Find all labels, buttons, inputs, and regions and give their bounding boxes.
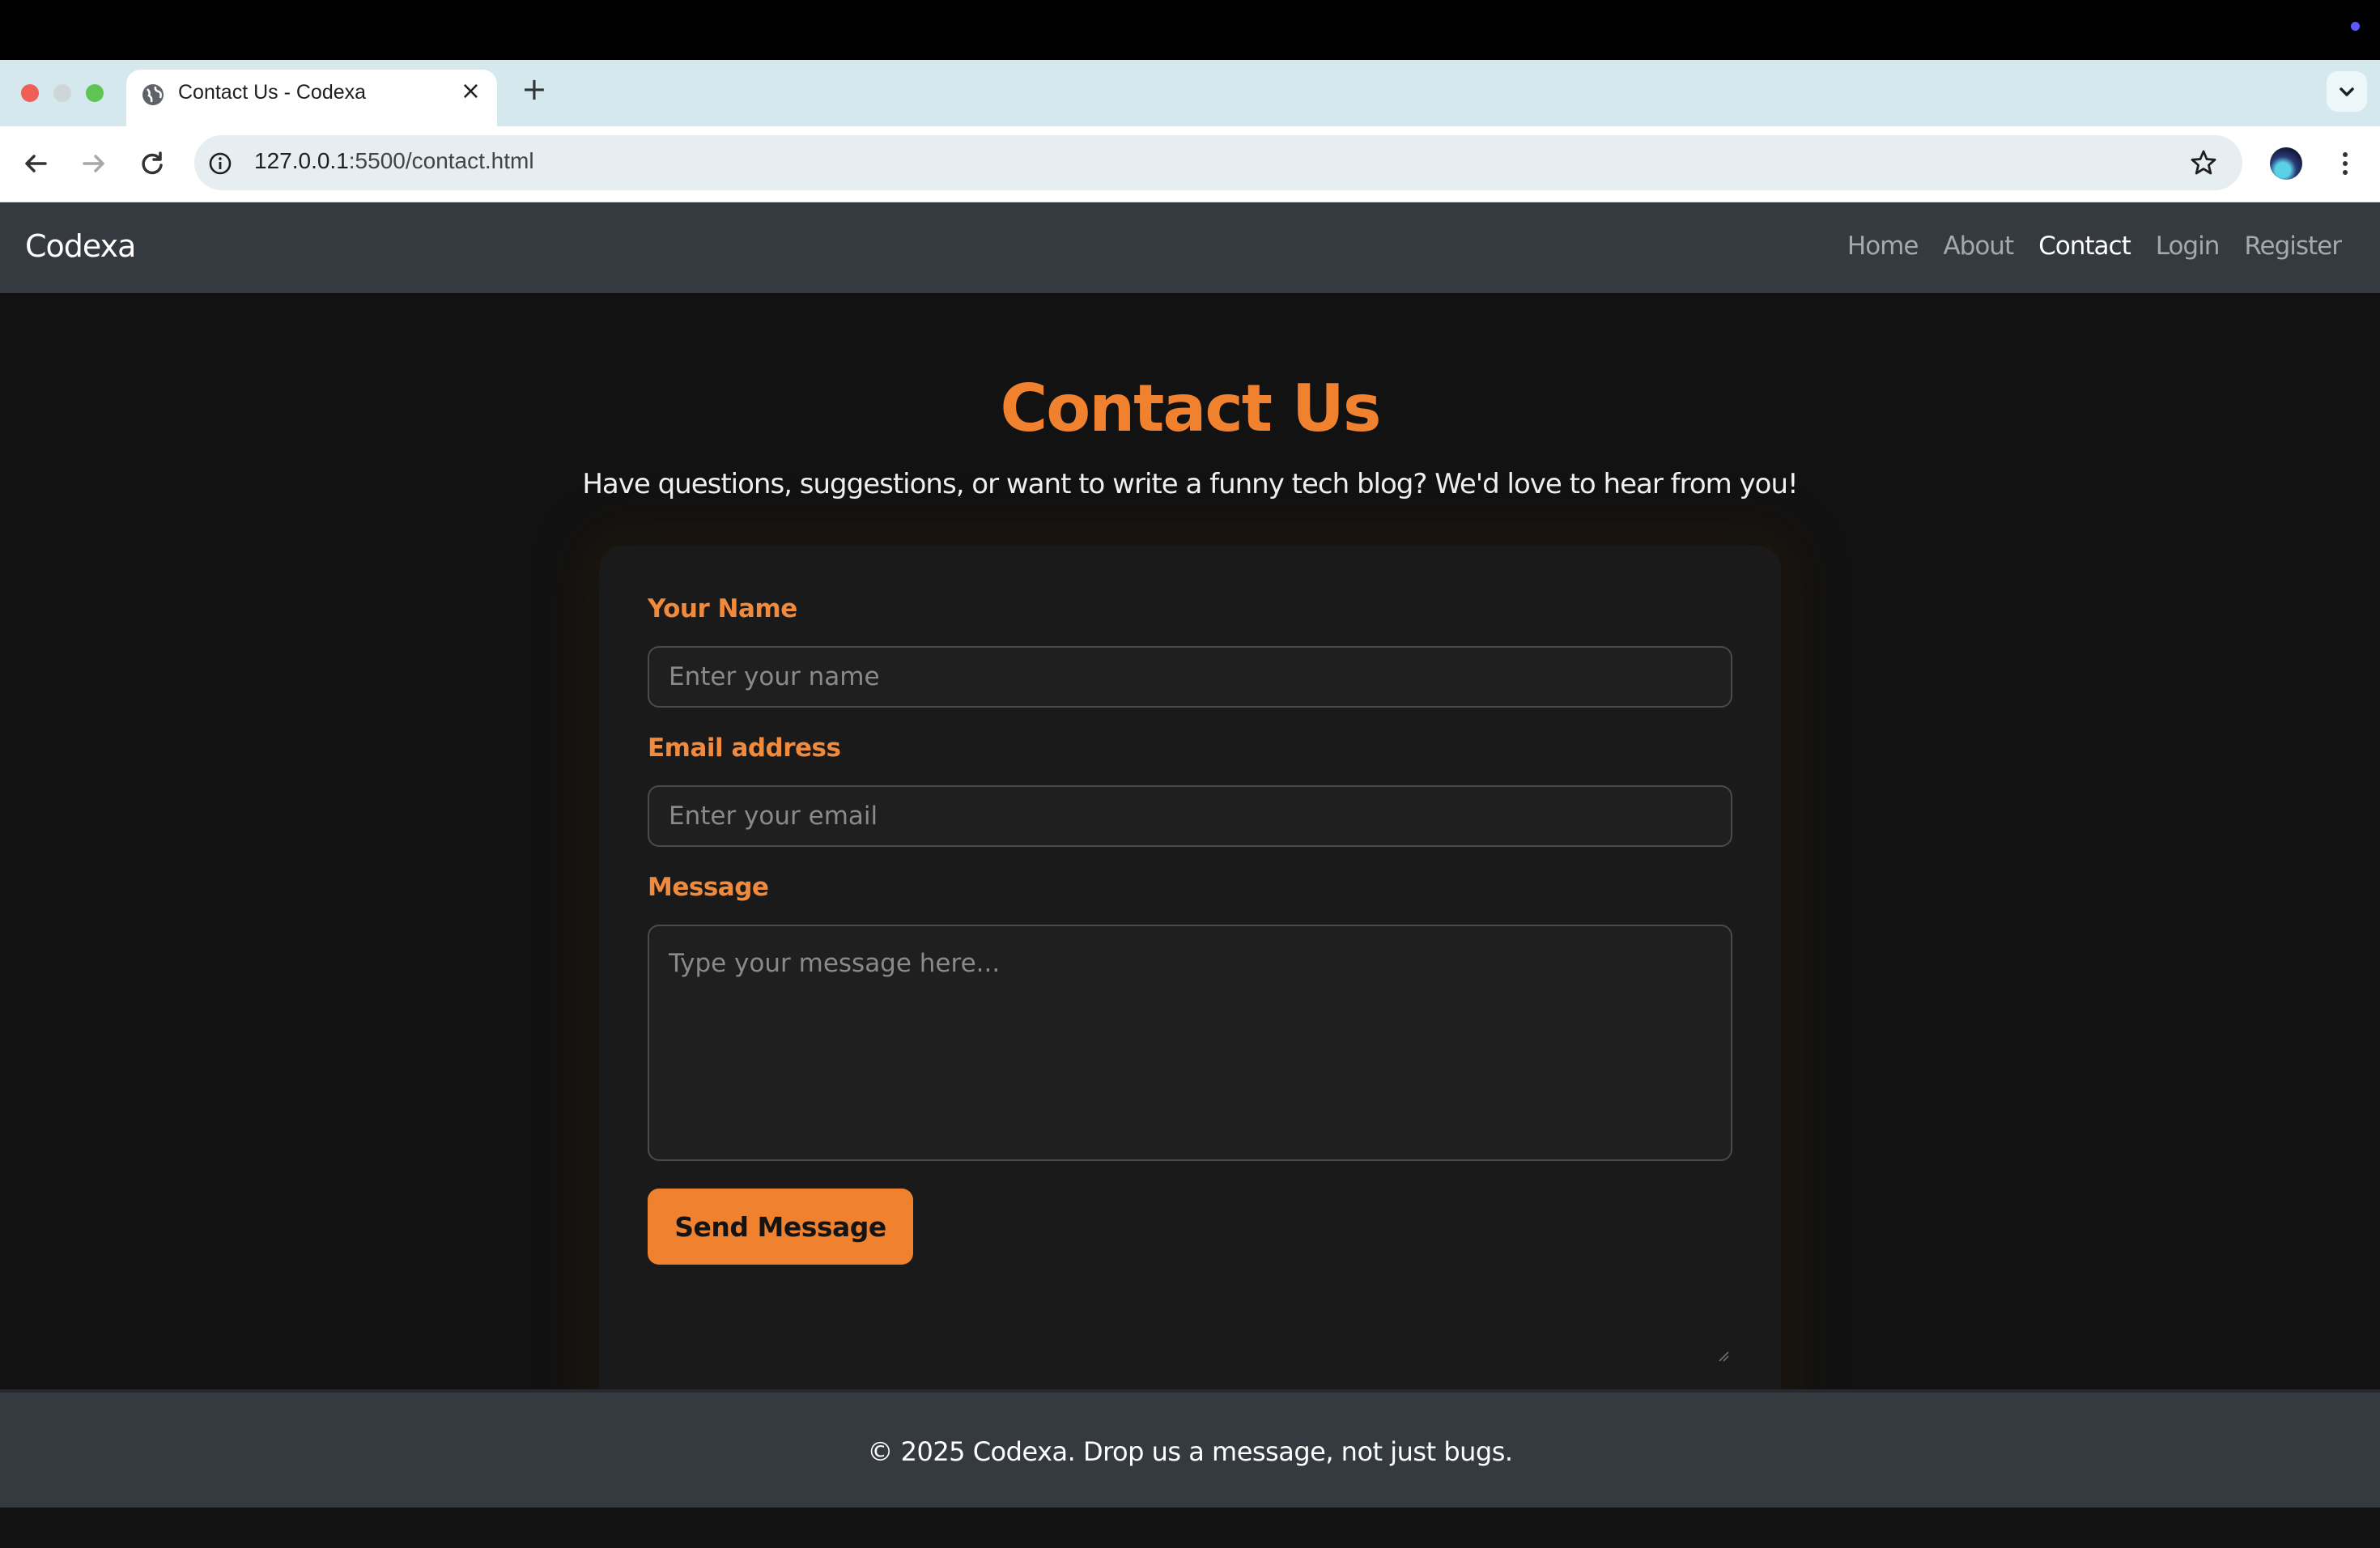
page-bottom xyxy=(0,1508,2380,1548)
back-arrow-icon[interactable] xyxy=(19,147,52,180)
profile-avatar[interactable] xyxy=(2270,147,2302,180)
forward-arrow-icon[interactable] xyxy=(78,147,110,180)
email-label: Email address xyxy=(648,734,841,763)
bookmark-star-icon[interactable] xyxy=(2189,148,2218,177)
nav-link-home[interactable]: Home xyxy=(1847,232,1919,261)
name-label: Your Name xyxy=(648,594,797,623)
tab-title: Contact Us - Codexa xyxy=(178,81,367,104)
site-info-icon[interactable] xyxy=(207,151,233,176)
resize-grip-icon[interactable] xyxy=(1718,1350,1729,1362)
footer-text: © 2025 Codexa. Drop us a message, not ju… xyxy=(867,1436,1513,1467)
browser-tab-active[interactable]: Contact Us - Codexa × xyxy=(126,70,497,126)
os-menu-bar xyxy=(0,0,2380,60)
message-label: Message xyxy=(648,873,769,902)
tab-search-button[interactable] xyxy=(2327,71,2367,112)
nav-link-contact[interactable]: Contact xyxy=(2038,232,2131,261)
nav-link-login[interactable]: Login xyxy=(2156,232,2221,261)
status-dot-icon xyxy=(2351,22,2360,31)
new-tab-plus-icon[interactable]: + xyxy=(521,74,547,104)
more-vertical-icon[interactable] xyxy=(2333,149,2357,178)
url-path: :5500/contact.html xyxy=(348,148,534,173)
page-title: Contact Us xyxy=(1000,371,1382,446)
nav-link-register[interactable]: Register xyxy=(2244,232,2342,261)
nav-links: Home About Contact Login Register xyxy=(1847,232,2342,261)
nav-link-about[interactable]: About xyxy=(1943,232,2014,261)
tab-close-icon[interactable]: × xyxy=(461,79,481,104)
page-viewport: Codexa Home About Contact Login Register… xyxy=(0,202,2380,1548)
message-textarea[interactable] xyxy=(648,925,1732,1161)
site-navbar: Codexa Home About Contact Login Register xyxy=(0,202,2380,293)
window-close-button[interactable] xyxy=(21,84,39,102)
globe-icon xyxy=(142,84,164,105)
brand-logo[interactable]: Codexa xyxy=(25,228,136,264)
window-zoom-button[interactable] xyxy=(86,84,104,102)
url-host: 127.0.0.1 xyxy=(254,148,349,173)
email-input[interactable] xyxy=(648,785,1732,847)
name-input[interactable] xyxy=(648,646,1732,708)
page-subtitle: Have questions, suggestions, or want to … xyxy=(582,468,1798,500)
site-footer: © 2025 Codexa. Drop us a message, not ju… xyxy=(0,1389,2380,1508)
send-message-button[interactable]: Send Message xyxy=(648,1189,913,1265)
window-minimize-button[interactable] xyxy=(53,84,71,102)
url-text[interactable]: 127.0.0.1:5500/contact.html xyxy=(254,148,534,174)
reload-icon[interactable] xyxy=(136,147,168,180)
chevron-down-icon xyxy=(2340,87,2354,96)
